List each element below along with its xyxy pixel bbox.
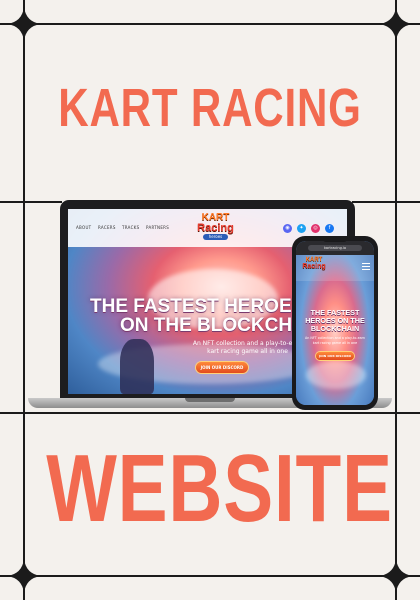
url-field[interactable]: kartracing.io (308, 245, 362, 251)
nav-link-racers[interactable]: RACERS (98, 225, 116, 230)
phone-join-discord-button[interactable]: JOIN OUR DISCORD (316, 352, 354, 360)
nav-link-about[interactable]: ABOUT (76, 225, 91, 230)
twitter-icon[interactable]: ✦ (297, 224, 306, 233)
frame-line-mid-top (0, 201, 62, 203)
join-discord-button[interactable]: JOIN OUR DISCORD (196, 362, 248, 373)
hamburger-menu-icon[interactable] (362, 263, 370, 270)
corner-star-icon (379, 559, 413, 593)
phone-notch (323, 238, 347, 242)
frame-line-right (395, 0, 397, 600)
phone-hero-subtitle-line1: An NFT collection and a play-to-earn (304, 336, 366, 340)
phone-logo-line-racing: Racing (302, 263, 326, 270)
phone-mockup: kartracing.io KART Racing THE FASTEST HE… (292, 236, 378, 410)
logo-badge: heroes (203, 234, 228, 240)
headline-website: WEBSITE (46, 435, 393, 542)
phone-hero-subtitle-line2: kart racing game all in one (312, 341, 358, 345)
corner-star-icon (7, 7, 41, 41)
corner-star-icon (379, 7, 413, 41)
headline-kart-racing: KART RACING (58, 78, 362, 138)
facebook-icon[interactable]: f (325, 224, 334, 233)
logo-line-racing: Racing (197, 222, 234, 234)
frame-line-left (23, 0, 25, 600)
instagram-icon[interactable]: ◎ (311, 224, 320, 233)
frame-line-top (0, 23, 420, 25)
frame-line-mid-bottom (0, 412, 420, 414)
site-logo[interactable]: KART Racing heroes (193, 213, 238, 243)
phone-hero-title-line3: BLOCKCHAIN (310, 324, 360, 333)
discord-icon[interactable]: ◉ (283, 224, 292, 233)
browser-address-bar: kartracing.io (296, 241, 374, 255)
frame-line-bottom (0, 575, 420, 577)
phone-site-logo[interactable]: KART Racing (301, 257, 327, 277)
laptop-notch (185, 398, 235, 402)
phone-cloud (306, 361, 366, 389)
corner-star-icon (7, 559, 41, 593)
nav-link-partners[interactable]: PARTNERS (146, 225, 169, 230)
nav-link-tracks[interactable]: TRACKS (122, 225, 139, 230)
phone-screen: kartracing.io KART Racing THE FASTEST HE… (296, 241, 374, 405)
frame-line-mid-top-right (352, 201, 420, 203)
phone-navbar: KART Racing (296, 255, 374, 281)
